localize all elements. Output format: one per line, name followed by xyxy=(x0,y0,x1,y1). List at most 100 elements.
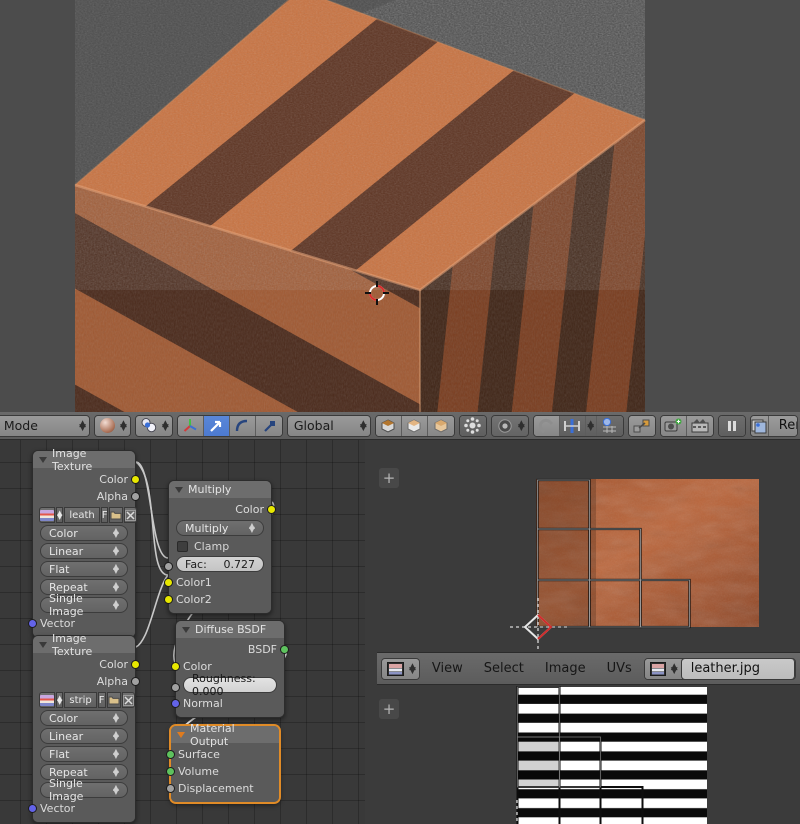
add-camera-icon[interactable] xyxy=(660,415,687,436)
socket-dot[interactable] xyxy=(131,660,140,669)
transform-axis-icon[interactable] xyxy=(177,415,204,436)
snap-mode-icon[interactable] xyxy=(559,415,586,436)
open-image-icon[interactable] xyxy=(109,507,124,523)
socket-dot[interactable] xyxy=(164,578,173,587)
collapse-triangle-icon[interactable] xyxy=(182,626,190,633)
socket-dot[interactable] xyxy=(166,767,175,776)
image-name-field[interactable]: strip xyxy=(64,692,97,708)
node-mix-rgb-multiply[interactable]: Multiply Color Multiply ▲ ▼ Clamp Fac: 0… xyxy=(164,480,276,614)
socket-dot[interactable] xyxy=(171,699,180,708)
output-socket-color[interactable]: Color xyxy=(33,471,140,488)
renderlayer-selector[interactable]: RenderLayer xyxy=(749,414,798,437)
unlink-image-icon[interactable] xyxy=(124,507,138,523)
color-space-dropdown[interactable]: Color ▲ ▼ xyxy=(40,525,128,541)
node-header[interactable]: Image Texture xyxy=(33,632,135,658)
scale-manipulator-icon[interactable] xyxy=(255,415,282,436)
editor-type-selector[interactable]: ▲ ▼ xyxy=(381,657,420,680)
input-socket-color2[interactable]: Color2 xyxy=(164,591,271,608)
socket-dot[interactable] xyxy=(280,645,289,654)
menu-view[interactable]: View xyxy=(423,661,472,676)
snap-magnet-icon[interactable] xyxy=(533,415,560,436)
source-dropdown[interactable]: Single Image ▲ ▼ xyxy=(40,592,128,618)
chevron-updown-icon[interactable]: ▲ ▼ xyxy=(585,415,597,436)
renderlayer-icon[interactable] xyxy=(750,415,769,436)
input-socket-surface[interactable]: Surface xyxy=(166,746,279,763)
menu-uvs[interactable]: UVs xyxy=(598,661,641,676)
snap-element-selector[interactable]: ▲ ▼ xyxy=(134,414,173,437)
add-panel-toggle-left[interactable]: + xyxy=(379,468,399,488)
unlink-image-icon[interactable] xyxy=(121,692,135,708)
pause-render-button[interactable] xyxy=(717,414,746,437)
socket-dot[interactable] xyxy=(166,784,175,793)
layer-visibility-group[interactable] xyxy=(374,414,455,437)
proportional-edit-icon[interactable] xyxy=(459,415,486,436)
input-socket-displacement[interactable]: Displacement xyxy=(166,780,279,797)
input-socket-volume[interactable]: Volume xyxy=(166,763,279,780)
textured-cube[interactable] xyxy=(0,0,800,412)
collapse-triangle-icon[interactable] xyxy=(177,731,185,738)
image-browse-selector[interactable]: ▲ ▼ leather.jpg xyxy=(643,657,796,680)
layer-texture-icon[interactable] xyxy=(427,415,454,436)
socket-dot[interactable] xyxy=(28,619,37,628)
socket-dot-fac[interactable] xyxy=(164,562,173,571)
3d-viewport[interactable] xyxy=(0,0,800,412)
viewport-header[interactable]: t Mode ▲▼ ▲▼ ▲▼ xyxy=(0,412,800,440)
link-materials-icon[interactable] xyxy=(628,415,655,436)
area-splitter[interactable] xyxy=(365,440,377,824)
rotate-manipulator-icon[interactable] xyxy=(229,415,256,436)
snap-target-icon[interactable] xyxy=(596,415,623,436)
mode-selector[interactable]: t Mode ▲▼ xyxy=(0,414,90,437)
node-diffuse-bsdf[interactable]: Diffuse BSDF BSDF Color Roughness: 0.000 xyxy=(171,620,289,718)
image-name-field[interactable]: leather.jpg xyxy=(680,658,795,679)
layer-wire-icon[interactable] xyxy=(401,415,428,436)
render-animation-icon[interactable] xyxy=(686,415,713,436)
uv-canvas[interactable] xyxy=(377,440,800,652)
socket-dot[interactable] xyxy=(28,804,37,813)
proportional-edit-button[interactable] xyxy=(458,414,487,437)
shader-node-editor[interactable]: Image Texture Color Alpha ▲ ▼ leath F Co… xyxy=(0,440,365,824)
output-socket-color[interactable]: Color xyxy=(33,656,140,673)
translate-manipulator-icon[interactable] xyxy=(203,415,230,436)
uv-image-editor-top[interactable]: + xyxy=(377,440,800,652)
fake-user-button[interactable]: F xyxy=(100,507,109,523)
collapse-triangle-icon[interactable] xyxy=(39,456,47,463)
socket-dot[interactable] xyxy=(131,492,140,501)
node-image-texture-leather[interactable]: Image Texture Color Alpha ▲ ▼ leath F Co… xyxy=(28,447,140,638)
projection-dropdown[interactable]: Flat ▲ ▼ xyxy=(40,561,128,577)
uv-editor-header[interactable]: ▲ ▼ View Select Image UVs ▲ ▼ leather.jpg xyxy=(377,652,800,685)
socket-dot[interactable] xyxy=(164,595,173,604)
node-image-texture-stripes[interactable]: Image Texture Color Alpha ▲ ▼ strip F Co… xyxy=(28,632,140,823)
layer-solid-icon[interactable] xyxy=(375,415,402,436)
image-datablock-row[interactable]: ▲ ▼ leath F xyxy=(39,507,138,523)
output-socket-bsdf[interactable]: BSDF xyxy=(176,641,289,658)
output-socket-alpha[interactable]: Alpha xyxy=(33,673,140,690)
socket-dot[interactable] xyxy=(131,677,140,686)
input-socket-vector[interactable]: Vector xyxy=(28,615,135,632)
chevron-updown-icon[interactable]: ▲ ▼ xyxy=(56,692,64,708)
clamp-checkbox-row[interactable]: Clamp xyxy=(169,538,271,554)
collapse-triangle-icon[interactable] xyxy=(175,486,183,493)
clamp-checkbox[interactable] xyxy=(177,540,188,552)
add-panel-toggle-left-bottom[interactable]: + xyxy=(379,699,399,719)
source-dropdown[interactable]: Single Image ▲ ▼ xyxy=(40,777,128,803)
node-header[interactable]: Multiply xyxy=(169,481,271,498)
node-material-output[interactable]: Material Output Surface Volume Displacem… xyxy=(166,722,280,803)
chevron-updown-icon[interactable]: ▲ ▼ xyxy=(56,507,64,523)
interpolation-dropdown[interactable]: Linear ▲ ▼ xyxy=(40,728,128,744)
projection-dropdown[interactable]: Flat ▲ ▼ xyxy=(40,746,128,762)
node-header[interactable]: Material Output xyxy=(171,722,279,748)
color-space-dropdown[interactable]: Color ▲ ▼ xyxy=(40,710,128,726)
fake-user-button[interactable]: F xyxy=(97,692,106,708)
socket-dot[interactable] xyxy=(131,475,140,484)
pause-icon[interactable] xyxy=(718,415,745,436)
pivot-point-selector[interactable]: ▲ ▼ xyxy=(490,414,529,437)
image-browse-icon[interactable] xyxy=(39,507,55,523)
menu-select[interactable]: Select xyxy=(475,661,533,676)
uv-image-editor-bottom[interactable]: + xyxy=(377,685,800,824)
uv-canvas-bottom[interactable] xyxy=(377,685,800,824)
image-browse-icon[interactable] xyxy=(39,692,55,708)
image-name-field[interactable]: leath xyxy=(64,507,100,523)
input-socket-normal[interactable]: Normal xyxy=(171,695,284,712)
render-group[interactable] xyxy=(659,414,714,437)
node-header[interactable]: Image Texture xyxy=(33,447,135,473)
